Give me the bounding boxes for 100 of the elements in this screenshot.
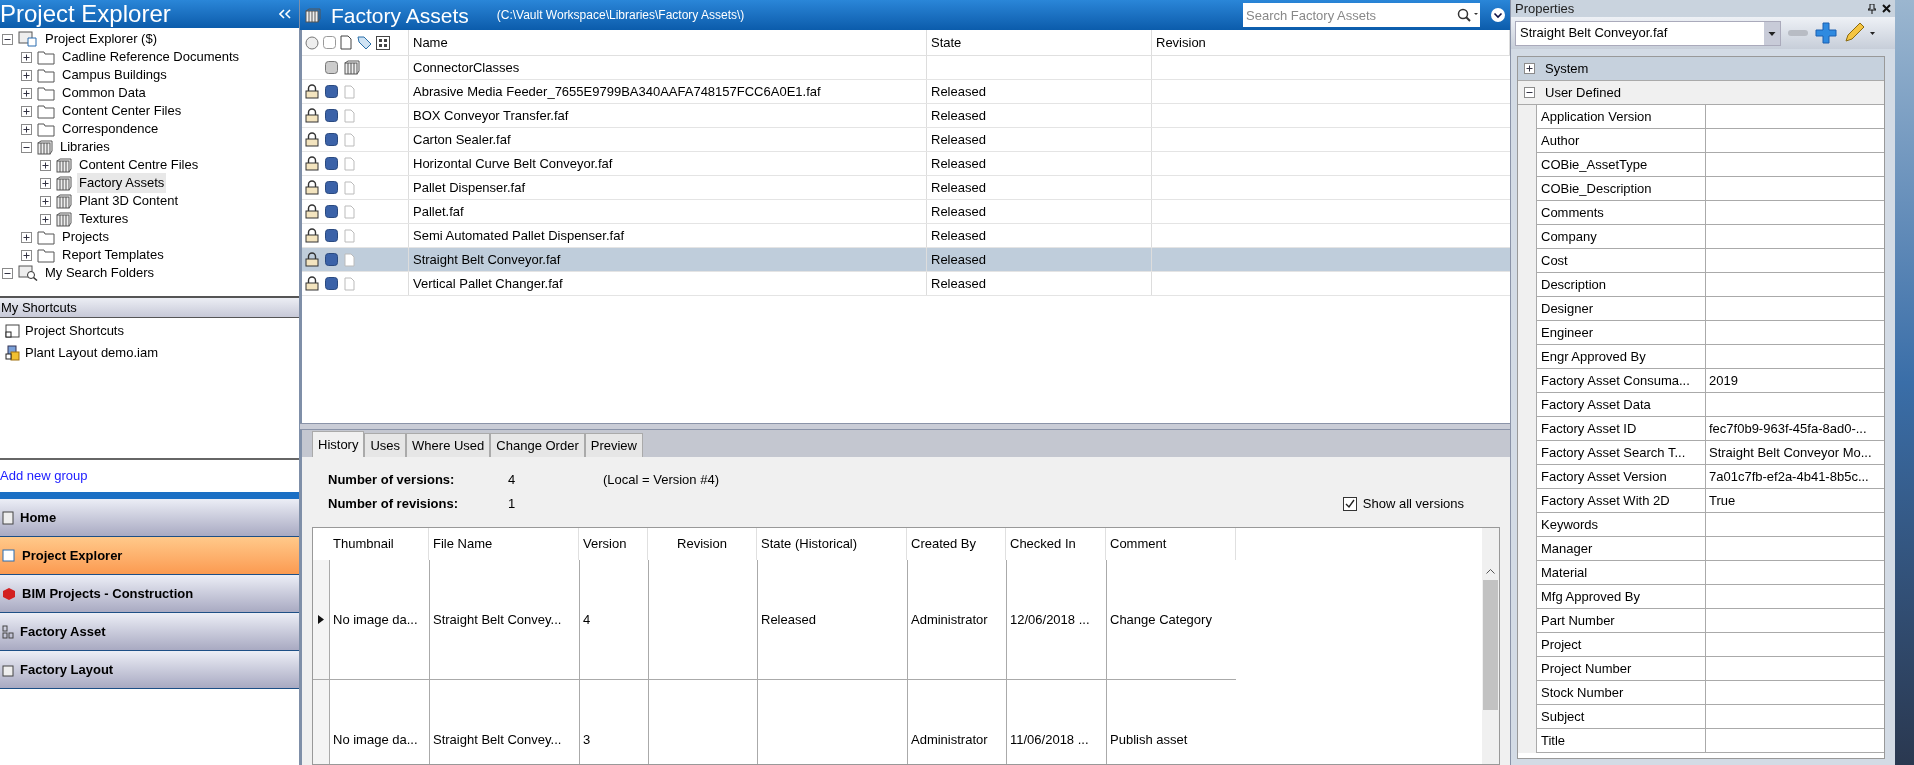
tree-item[interactable]: Factory Assets xyxy=(77,173,167,193)
property-value[interactable] xyxy=(1705,345,1884,369)
property-value[interactable] xyxy=(1705,153,1884,177)
tree-item[interactable]: Cadline Reference Documents xyxy=(60,47,242,67)
minus-icon[interactable] xyxy=(1787,28,1809,38)
shortcut-item[interactable]: Plant Layout demo.iam xyxy=(25,343,158,363)
expand-icon[interactable] xyxy=(40,195,51,207)
column-header[interactable]: File Name xyxy=(429,528,579,560)
tree-item[interactable]: Correspondence xyxy=(60,119,161,139)
property-value[interactable] xyxy=(1705,225,1884,249)
tree-item[interactable]: Plant 3D Content xyxy=(77,191,180,211)
property-value[interactable] xyxy=(1705,633,1884,657)
property-value[interactable]: 7a01c7fb-ef2a-4b41-8b5c... xyxy=(1705,465,1884,489)
column-header[interactable]: State xyxy=(927,30,1152,55)
double-chevron-left-icon[interactable] xyxy=(279,9,291,19)
group-header[interactable]: User Defined xyxy=(1518,81,1884,105)
add-group-link[interactable]: Add new group xyxy=(0,466,88,486)
splitter-handle[interactable] xyxy=(0,492,299,499)
column-header[interactable]: Name xyxy=(409,30,927,55)
row-header[interactable] xyxy=(313,560,329,680)
property-value[interactable] xyxy=(1705,321,1884,345)
property-value[interactable]: True xyxy=(1705,489,1884,513)
table-row[interactable]: Straight Belt Conveyor.faf Released xyxy=(302,248,1510,272)
collapse-icon[interactable] xyxy=(2,267,13,279)
collapse-icon[interactable] xyxy=(2,33,13,45)
expand-icon[interactable] xyxy=(21,69,32,81)
property-value[interactable] xyxy=(1705,201,1884,225)
property-value[interactable] xyxy=(1705,729,1884,753)
search-field[interactable]: Search Factory Assets xyxy=(1243,3,1453,27)
column-header[interactable]: Version xyxy=(579,528,648,560)
nav-button[interactable]: Home xyxy=(0,499,299,537)
expand-icon[interactable] xyxy=(40,159,51,171)
chevron-down-icon[interactable] xyxy=(1490,7,1506,23)
property-value[interactable] xyxy=(1705,513,1884,537)
nav-button[interactable]: Factory Asset xyxy=(0,613,299,651)
property-value[interactable] xyxy=(1705,249,1884,273)
tree-item[interactable]: Project Explorer ($) xyxy=(43,29,159,49)
nav-button[interactable]: BIM Projects - Construction xyxy=(0,575,299,613)
table-row[interactable]: Abrasive Media Feeder_7655E9799BA340AAFA748157FCC6A0E1.faf Released xyxy=(302,80,1510,104)
expand-icon[interactable] xyxy=(21,123,32,135)
table-row[interactable]: Pallet Dispenser.faf Released xyxy=(302,176,1510,200)
show-all-versions-checkbox[interactable]: Show all versions xyxy=(1342,494,1464,514)
column-header[interactable]: Created By xyxy=(907,528,1006,560)
table-row[interactable]: ConnectorClasses xyxy=(302,56,1510,80)
scroll-up-icon[interactable] xyxy=(1486,568,1495,574)
tab[interactable]: Preview xyxy=(584,433,643,457)
property-value[interactable]: fec7f0b9-963f-45fa-8ad0-... xyxy=(1705,417,1884,441)
property-value[interactable] xyxy=(1705,609,1884,633)
property-value[interactable] xyxy=(1705,681,1884,705)
column-header[interactable]: Comment xyxy=(1106,528,1236,560)
plus-icon[interactable] xyxy=(1815,22,1837,44)
expand-icon[interactable] xyxy=(21,105,32,117)
column-header[interactable]: State (Historical) xyxy=(757,528,907,560)
property-value[interactable]: Straight Belt Conveyor Mo... xyxy=(1705,441,1884,465)
property-value[interactable] xyxy=(1705,105,1884,129)
column-header[interactable]: Revision xyxy=(648,528,757,560)
nav-button[interactable]: Factory Layout xyxy=(0,651,299,689)
collapse-icon[interactable] xyxy=(21,141,32,153)
shortcut-item[interactable]: Project Shortcuts xyxy=(25,321,124,341)
group-header[interactable]: System xyxy=(1518,57,1884,81)
tree-item[interactable]: Report Templates xyxy=(60,245,166,265)
property-value[interactable] xyxy=(1705,177,1884,201)
tab[interactable]: Where Used xyxy=(406,433,491,457)
tree-item[interactable]: Content Center Files xyxy=(60,101,184,121)
column-header[interactable]: Checked In xyxy=(1006,528,1106,560)
tree-item[interactable]: Campus Buildings xyxy=(60,65,169,85)
property-value[interactable] xyxy=(1705,537,1884,561)
table-row[interactable]: Vertical Pallet Changer.faf Released xyxy=(302,272,1510,296)
property-value[interactable] xyxy=(1705,393,1884,417)
table-row[interactable]: BOX Conveyor Transfer.faf Released xyxy=(302,104,1510,128)
expand-icon[interactable] xyxy=(40,213,51,225)
pin-icon[interactable] xyxy=(1868,3,1876,14)
expand-icon[interactable] xyxy=(21,87,32,99)
property-value[interactable] xyxy=(1705,705,1884,729)
nav-button[interactable]: Project Explorer xyxy=(0,537,299,575)
property-value[interactable] xyxy=(1705,585,1884,609)
splitter[interactable] xyxy=(300,423,1510,430)
table-row[interactable]: Semi Automated Pallet Dispenser.faf Released xyxy=(302,224,1510,248)
property-value[interactable]: 2019 xyxy=(1705,369,1884,393)
file-selector[interactable]: Straight Belt Conveyor.faf xyxy=(1515,20,1781,46)
tab[interactable]: History xyxy=(312,431,365,457)
expand-icon[interactable] xyxy=(21,231,32,243)
tree-item[interactable]: Common Data xyxy=(60,83,148,103)
tree-item[interactable]: Libraries xyxy=(58,137,112,157)
property-value[interactable] xyxy=(1705,297,1884,321)
table-row[interactable]: Carton Sealer.faf Released xyxy=(302,128,1510,152)
expand-icon[interactable] xyxy=(40,177,51,189)
close-icon[interactable] xyxy=(1882,4,1891,13)
expand-icon[interactable] xyxy=(21,249,32,261)
property-value[interactable] xyxy=(1705,129,1884,153)
property-value[interactable] xyxy=(1705,657,1884,681)
table-row[interactable]: Horizontal Curve Belt Conveyor.faf Released xyxy=(302,152,1510,176)
search-icon[interactable] xyxy=(1453,3,1480,27)
column-header[interactable]: Thumbnail xyxy=(329,528,429,560)
expand-icon[interactable] xyxy=(21,51,32,63)
tab[interactable]: Uses xyxy=(364,433,407,457)
pencil-icon[interactable] xyxy=(1843,22,1875,44)
table-row[interactable]: Pallet.faf Released xyxy=(302,200,1510,224)
tree-item[interactable]: My Search Folders xyxy=(43,263,157,283)
tab[interactable]: Change Order xyxy=(490,433,585,457)
